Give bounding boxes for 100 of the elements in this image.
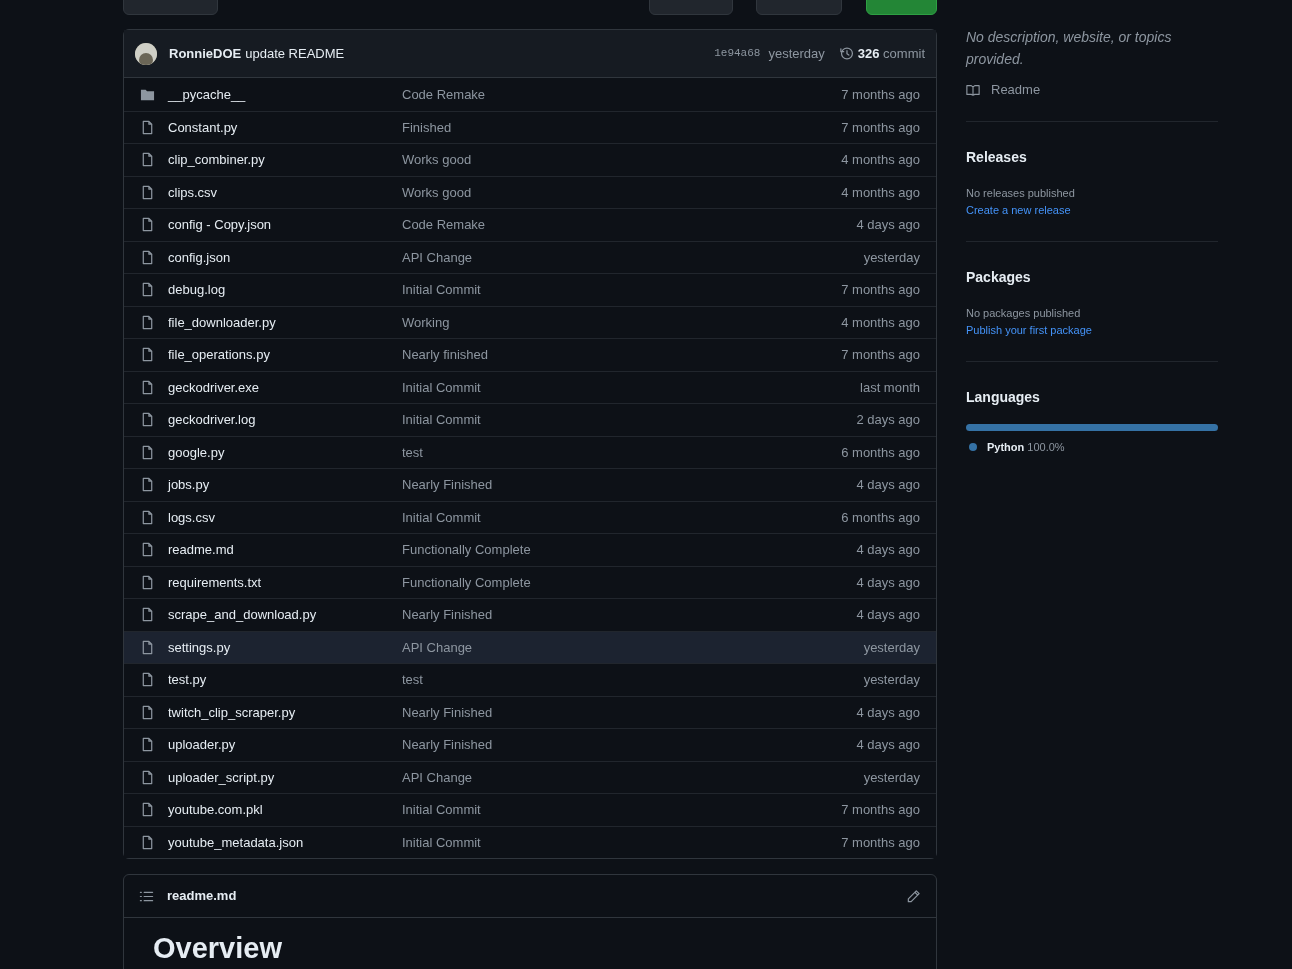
- file-name-link[interactable]: settings.py: [168, 637, 402, 657]
- file-icon: [140, 282, 155, 298]
- commit-message-link[interactable]: Nearly Finished: [402, 702, 857, 722]
- commit-message-link[interactable]: Functionally Complete: [402, 572, 857, 592]
- commit-message[interactable]: update README: [245, 43, 345, 64]
- file-icon: [140, 704, 155, 720]
- file-row[interactable]: youtube_metadata.json Initial Commit 7 months ago: [124, 825, 936, 858]
- language-label[interactable]: Python 100.0%: [987, 438, 1065, 455]
- file-time: 7 months ago: [841, 833, 920, 852]
- commit-message-link[interactable]: Nearly finished: [402, 345, 842, 365]
- commit-message-link[interactable]: Finished: [402, 117, 842, 137]
- commit-message-link[interactable]: API Change: [402, 247, 864, 267]
- file-name-link[interactable]: twitch_clip_scraper.py: [168, 702, 402, 722]
- commit-message-link[interactable]: Nearly Finished: [402, 735, 857, 755]
- file-icon: [140, 477, 155, 493]
- file-name-link[interactable]: file_operations.py: [168, 345, 402, 365]
- file-icon: [140, 314, 155, 330]
- commit-hash[interactable]: 1e94a68: [714, 45, 761, 62]
- file-icon: [140, 412, 155, 428]
- file-name-link[interactable]: geckodriver.log: [168, 410, 402, 430]
- commit-author-link[interactable]: RonnieDOE: [169, 43, 242, 64]
- file-name-link[interactable]: geckodriver.exe: [168, 377, 402, 397]
- file-row[interactable]: settings.py API Change yesterday: [124, 630, 936, 663]
- file-name-link[interactable]: jobs.py: [168, 475, 402, 495]
- pencil-icon: [906, 888, 921, 904]
- section-link[interactable]: Publish your first package: [966, 322, 1218, 339]
- commit-message-link[interactable]: API Change: [402, 767, 864, 787]
- section-note: No releases published: [966, 185, 1076, 201]
- file-name-link[interactable]: youtube_metadata.json: [168, 832, 402, 852]
- edit-button[interactable]: [906, 888, 921, 904]
- file-icon: [140, 769, 155, 785]
- file-time: yesterday: [863, 248, 920, 267]
- file-time: yesterday: [863, 671, 920, 689]
- file-name-link[interactable]: Constant.py: [168, 117, 402, 137]
- file-name-link[interactable]: debug.log: [168, 280, 402, 300]
- file-name-link[interactable]: youtube.com.pkl: [168, 800, 402, 820]
- file-icon: [140, 152, 155, 168]
- file-name-link[interactable]: __pycache__: [168, 84, 402, 104]
- commit-message-link[interactable]: Code Remake: [402, 215, 857, 235]
- file-time: 7 months ago: [841, 118, 920, 137]
- commit-time: yesterday: [768, 44, 825, 63]
- readme-link[interactable]: Readme: [966, 80, 1218, 100]
- section-link[interactable]: Create a new release: [966, 202, 1218, 219]
- file-time: yesterday: [863, 768, 920, 787]
- file-name-link[interactable]: uploader_script.py: [168, 767, 402, 787]
- file-name-link[interactable]: requirements.txt: [168, 572, 402, 592]
- commit-message-link[interactable]: Initial Commit: [402, 800, 842, 820]
- file-time: yesterday: [863, 638, 920, 657]
- file-icon: [140, 249, 155, 265]
- commit-message-link[interactable]: Working: [402, 312, 842, 332]
- file-name-link[interactable]: logs.csv: [168, 507, 402, 527]
- commit-message-link[interactable]: Works good: [402, 150, 842, 170]
- file-time: 4 days ago: [856, 541, 920, 559]
- file-name-link[interactable]: config.json: [168, 247, 402, 267]
- commit-message-link[interactable]: Initial Commit: [402, 280, 842, 300]
- file-icon: [140, 574, 155, 590]
- commit-message-link[interactable]: test: [402, 442, 842, 462]
- commits-link[interactable]: 326 commit: [838, 43, 925, 64]
- commit-message-link[interactable]: Initial Commit: [402, 832, 842, 852]
- file-name-link[interactable]: test.py: [168, 670, 402, 690]
- readme-filename[interactable]: readme.md: [167, 886, 906, 906]
- file-time: 4 days ago: [856, 476, 920, 494]
- file-name-link[interactable]: clips.csv: [168, 182, 402, 202]
- file-icon: [140, 509, 155, 525]
- file-time: 2 days ago: [856, 411, 920, 429]
- section-title: Releases: [966, 147, 1028, 167]
- commit-message-link[interactable]: Functionally Complete: [402, 540, 857, 560]
- file-time: 4 days ago: [856, 606, 920, 624]
- section-title: Packages: [966, 267, 1032, 287]
- file-icon: [140, 802, 155, 818]
- commit-message-link[interactable]: Initial Commit: [402, 507, 842, 527]
- file-time: 7 months ago: [841, 281, 920, 299]
- commit-message-link[interactable]: Code Remake: [402, 84, 842, 104]
- commit-message-link[interactable]: Initial Commit: [402, 377, 860, 397]
- commit-message-link[interactable]: Works good: [402, 182, 842, 202]
- file-icon: [140, 217, 155, 233]
- commit-message-link[interactable]: API Change: [402, 637, 864, 657]
- file-time: 7 months ago: [841, 85, 920, 104]
- file-time: 4 days ago: [856, 216, 920, 234]
- file-name-link[interactable]: config - Copy.json: [168, 215, 402, 235]
- readme-heading: Overview: [153, 934, 283, 963]
- commit-message-link[interactable]: Initial Commit: [402, 410, 857, 430]
- file-time: 4 months ago: [841, 313, 920, 332]
- file-name-link[interactable]: clip_combiner.py: [168, 150, 402, 170]
- file-name-link[interactable]: uploader.py: [168, 735, 402, 755]
- avatar: [135, 42, 157, 65]
- file-icon: [140, 184, 155, 200]
- file-name-link[interactable]: readme.md: [168, 540, 402, 560]
- file-time: 7 months ago: [841, 801, 920, 819]
- file-icon: [140, 639, 155, 655]
- file-time: 4 days ago: [856, 703, 920, 722]
- commit-message-link[interactable]: test: [402, 670, 864, 690]
- file-name-link[interactable]: scrape_and_download.py: [168, 605, 402, 625]
- file-name-link[interactable]: google.py: [168, 442, 402, 462]
- commit-message-link[interactable]: Nearly Finished: [402, 605, 857, 625]
- commit-message-link[interactable]: Nearly Finished: [402, 475, 857, 495]
- file-icon: [140, 347, 155, 363]
- file-icon: [140, 737, 155, 753]
- file-time: 7 months ago: [841, 346, 920, 364]
- file-name-link[interactable]: file_downloader.py: [168, 312, 402, 332]
